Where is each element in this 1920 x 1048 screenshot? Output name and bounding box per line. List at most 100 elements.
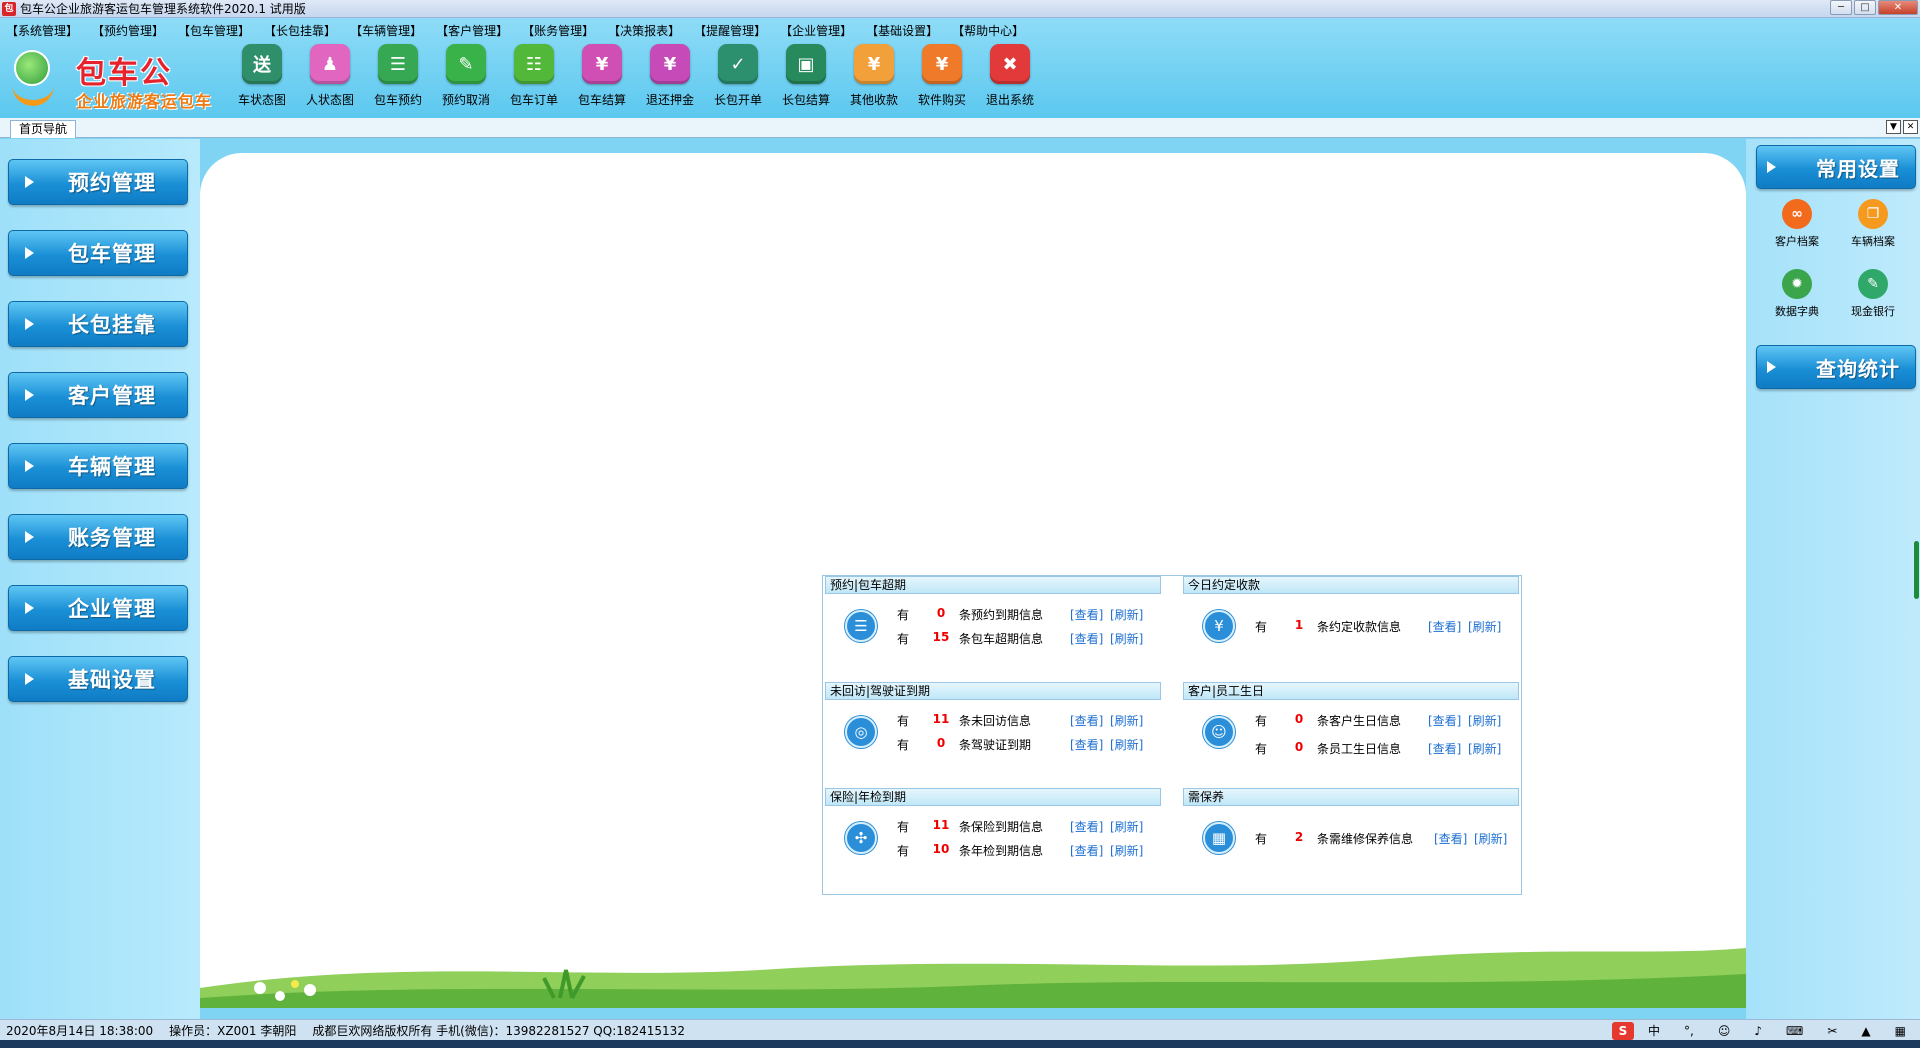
query-stats-header[interactable]: 查询统计: [1756, 345, 1916, 389]
menu-reminders[interactable]: 【提醒管理】: [688, 22, 774, 38]
toolbar-button-5[interactable]: ¥ 包车结算: [568, 44, 636, 116]
nav-button-2[interactable]: 长包挂靠: [8, 301, 188, 347]
menu-settings[interactable]: 【基础设置】: [860, 22, 946, 38]
toolbar-button-0[interactable]: 送车状态图: [228, 44, 296, 116]
minimize-button[interactable]: ─: [1830, 0, 1852, 15]
view-link[interactable]: [查看]: [1070, 736, 1103, 753]
play-arrow-icon: [25, 460, 34, 472]
view-link[interactable]: [查看]: [1070, 712, 1103, 729]
nav-button-label: 预约管理: [68, 171, 156, 195]
menu-system[interactable]: 【系统管理】: [0, 22, 86, 38]
expand-arrow-icon: [1767, 161, 1776, 173]
reminder-section-4: 保险|年检到期 ✣ 有 11 条保险到期信息 [查看] [刷新] 有 10 条年检到期信息 [查看]…: [825, 788, 1161, 888]
toolbar-button-11[interactable]: ✖ 退出系统: [976, 44, 1044, 116]
truck-icon: 送: [242, 44, 282, 84]
link-icon: ∞: [1782, 199, 1812, 229]
nav-button-3[interactable]: 客户管理: [8, 372, 188, 418]
close-button[interactable]: ✕: [1878, 0, 1918, 15]
gear-icon: ✹: [1782, 269, 1812, 299]
toolbar-label: 长包开单: [713, 93, 762, 107]
nav-button-5[interactable]: 账务管理: [8, 514, 188, 560]
toolbar-label: 包车结算: [577, 93, 626, 107]
toolbar-label: 其他收款: [849, 93, 898, 107]
menu-booking[interactable]: 【预约管理】: [86, 22, 172, 38]
toolbar-label: 退出系统: [985, 93, 1034, 107]
toolbar-button-1[interactable]: ♟ 人状态图: [296, 44, 364, 116]
menu-company[interactable]: 【企业管理】: [774, 22, 860, 38]
nav-button-6[interactable]: 企业管理: [8, 585, 188, 631]
refresh-link[interactable]: [刷新]: [1110, 712, 1143, 729]
refresh-link[interactable]: [刷新]: [1468, 740, 1501, 757]
mic-icon[interactable]: ♪: [1754, 1024, 1762, 1038]
quick-item-1[interactable]: ❐ 车辆档案: [1838, 199, 1908, 249]
toolbar-button-2[interactable]: ☰ 包车预约: [364, 44, 432, 116]
punctuation-icon[interactable]: °,: [1684, 1024, 1694, 1038]
refresh-link[interactable]: [刷新]: [1110, 842, 1143, 859]
refresh-link[interactable]: [刷新]: [1110, 736, 1143, 753]
refresh-link[interactable]: [刷新]: [1110, 630, 1143, 647]
view-link[interactable]: [查看]: [1070, 818, 1103, 835]
quick-item-3[interactable]: ✎ 现金银行: [1838, 269, 1908, 319]
toolbar-button-7[interactable]: ✓ 长包开单: [704, 44, 772, 116]
quick-item-2[interactable]: ✹ 数据字典: [1762, 269, 1832, 319]
ime-lang[interactable]: 中: [1648, 1022, 1660, 1039]
view-link[interactable]: [查看]: [1070, 842, 1103, 859]
view-link[interactable]: [查看]: [1428, 740, 1461, 757]
nav-button-label: 企业管理: [68, 597, 156, 621]
view-link[interactable]: [查看]: [1070, 606, 1103, 623]
nav-button-4[interactable]: 车辆管理: [8, 443, 188, 489]
reminder-text: 条预约到期信息: [959, 608, 1044, 622]
toolbox-icon[interactable]: ✂: [1827, 1024, 1837, 1038]
menu-accounts[interactable]: 【账务管理】: [516, 22, 602, 38]
grid-icon[interactable]: ▦: [1895, 1024, 1906, 1038]
play-arrow-icon: [25, 602, 34, 614]
maximize-button[interactable]: □: [1854, 0, 1876, 15]
menu-vehicle[interactable]: 【车辆管理】: [344, 22, 430, 38]
toolbar-button-9[interactable]: ¥ 其他收款: [840, 44, 908, 116]
taskbar: [0, 1040, 1920, 1048]
toolbar-button-3[interactable]: ✎ 预约取消: [432, 44, 500, 116]
nav-button-7[interactable]: 基础设置: [8, 656, 188, 702]
refresh-link[interactable]: [刷新]: [1468, 712, 1501, 729]
nav-button-1[interactable]: 包车管理: [8, 230, 188, 276]
menu-charter[interactable]: 【包车管理】: [172, 22, 258, 38]
refresh-link[interactable]: [刷新]: [1468, 618, 1501, 635]
ime-logo-icon[interactable]: S: [1612, 1021, 1634, 1040]
reminder-row: 有 0 条员工生日信息 [查看] [刷新]: [1255, 740, 1515, 756]
title-bar: 包 包车公企业旅游客运包车管理系统软件2020.1 试用版 ─ □ ✕: [0, 0, 1920, 18]
list-icon: ☰: [378, 44, 418, 84]
emoji-icon[interactable]: ☺: [1718, 1024, 1731, 1038]
toolbar-button-6[interactable]: ¥ 退还押金: [636, 44, 704, 116]
logo: 包车公 企业旅游客运包车: [8, 46, 213, 118]
tab-close-icon[interactable]: ✕: [1903, 120, 1918, 134]
reminder-section-5: 需保养 ▦ 有 2 条需维修保养信息 [查看] [刷新]: [1183, 788, 1519, 888]
refresh-link[interactable]: [刷新]: [1110, 606, 1143, 623]
prefix-label: 有: [897, 738, 910, 752]
view-link[interactable]: [查看]: [1428, 618, 1461, 635]
skin-icon[interactable]: ▲: [1861, 1024, 1870, 1038]
reminder-row: 有 1 条约定收款信息 [查看] [刷新]: [1255, 618, 1515, 634]
status-datetime: 2020年8月14日 18:38:00: [6, 1023, 154, 1038]
reminder-row: 有 0 条驾驶证到期 [查看] [刷新]: [897, 736, 1157, 752]
common-settings-header[interactable]: 常用设置: [1756, 145, 1916, 189]
tab-home-nav[interactable]: 首页导航: [10, 120, 77, 138]
toolbar-button-4[interactable]: ☷ 包车订单: [500, 44, 568, 116]
toolbar-button-8[interactable]: ▣ 长包结算: [772, 44, 840, 116]
refresh-link[interactable]: [刷新]: [1474, 830, 1507, 847]
menu-reports[interactable]: 【决策报表】: [602, 22, 688, 38]
menu-long-term[interactable]: 【长包挂靠】: [258, 22, 344, 38]
view-link[interactable]: [查看]: [1428, 712, 1461, 729]
menu-customer[interactable]: 【客户管理】: [430, 22, 516, 38]
toolbar: 送车状态图 ♟ 人状态图 ☰ 包车预约 ✎ 预约取消 ☷ 包车订单 ¥ 包车结算 ¥ 退还押金 ✓ 长包开单…: [228, 44, 1044, 116]
view-link[interactable]: [查看]: [1070, 630, 1103, 647]
keyboard-icon[interactable]: ⌨: [1786, 1024, 1803, 1038]
quick-item-0[interactable]: ∞ 客户档案: [1762, 199, 1832, 249]
prefix-label: 有: [897, 632, 910, 646]
tab-dropdown-icon[interactable]: ▼: [1886, 120, 1901, 134]
refresh-link[interactable]: [刷新]: [1110, 818, 1143, 835]
nav-button-0[interactable]: 预约管理: [8, 159, 188, 205]
menu-help[interactable]: 【帮助中心】: [946, 22, 1032, 38]
view-link[interactable]: [查看]: [1434, 830, 1467, 847]
scrollbar-thumb[interactable]: [1914, 541, 1919, 599]
toolbar-button-10[interactable]: ¥ 软件购买: [908, 44, 976, 116]
